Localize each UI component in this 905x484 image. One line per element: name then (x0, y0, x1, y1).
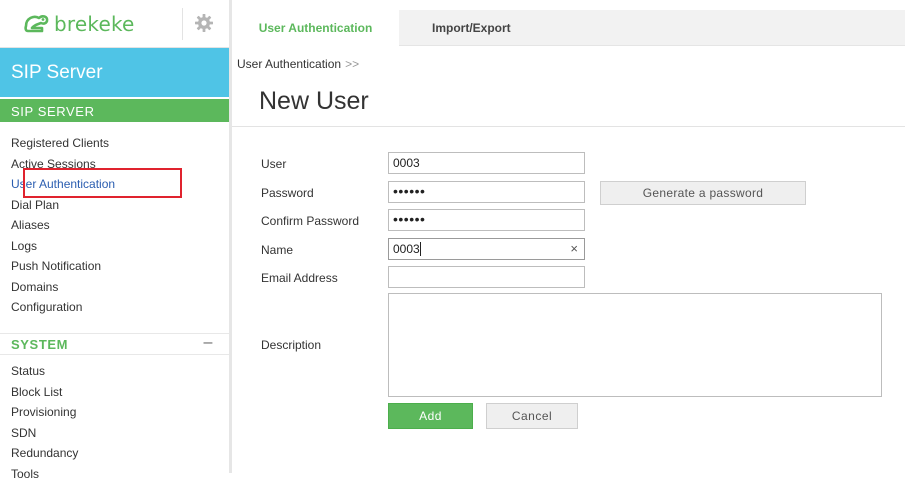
frog-logo-icon (22, 12, 50, 36)
logo-bar: brekeke (0, 0, 229, 48)
confirm-password-field[interactable]: •••••• (388, 209, 585, 231)
user-label: User (261, 157, 286, 171)
cancel-button[interactable]: Cancel (486, 403, 578, 429)
logo-text: brekeke (54, 12, 135, 36)
breadcrumb-user-authentication[interactable]: User Authentication (237, 57, 341, 71)
tab-user-authentication[interactable]: User Authentication (232, 10, 399, 46)
sidebar-item-status[interactable]: Status (11, 361, 78, 382)
confirm-password-label: Confirm Password (261, 214, 359, 228)
brekeke-logo[interactable]: brekeke (22, 7, 135, 41)
sidebar-item-push-notification[interactable]: Push Notification (11, 256, 115, 277)
breadcrumb: User Authentication >> (237, 57, 359, 71)
description-label: Description (261, 338, 321, 352)
product-title[interactable]: SIP Server (0, 48, 229, 97)
sidebar-item-sdn[interactable]: SDN (11, 423, 78, 444)
sidebar-item-redundancy[interactable]: Redundancy (11, 443, 78, 464)
highlight-box (23, 168, 182, 198)
system-nav-list: Status Block List Provisioning SDN Redun… (11, 361, 78, 484)
logo-separator (182, 8, 183, 40)
text-caret (420, 242, 421, 256)
add-button[interactable]: Add (388, 403, 473, 429)
sidebar-divider (229, 0, 232, 473)
breadcrumb-separator: >> (345, 57, 359, 71)
sidebar: brekeke SIP Server SIP SERVER Registered… (0, 0, 229, 473)
sidebar-item-logs[interactable]: Logs (11, 236, 115, 257)
name-field-value: 0003 (393, 242, 420, 256)
sidebar-item-aliases[interactable]: Aliases (11, 215, 115, 236)
title-divider (232, 126, 905, 127)
sidebar-item-block-list[interactable]: Block List (11, 382, 78, 403)
sidebar-item-provisioning[interactable]: Provisioning (11, 402, 78, 423)
user-field[interactable]: 0003 (388, 152, 585, 174)
sidebar-item-registered-clients[interactable]: Registered Clients (11, 133, 115, 154)
email-field[interactable] (388, 266, 585, 288)
password-field[interactable]: •••••• (388, 181, 585, 203)
page-title: New User (259, 87, 369, 116)
sidebar-item-tools[interactable]: Tools (11, 464, 78, 484)
section-system-label: SYSTEM (11, 337, 68, 352)
tab-bar: User Authentication Import/Export (232, 10, 905, 46)
tab-import-export[interactable]: Import/Export (432, 10, 511, 46)
name-label: Name (261, 243, 293, 257)
generate-password-button[interactable]: Generate a password (600, 181, 806, 205)
password-label: Password (261, 186, 314, 200)
section-sip-server[interactable]: SIP SERVER (0, 99, 229, 122)
sip-nav-list: Registered Clients Active Sessions User … (11, 133, 115, 318)
section-system[interactable]: SYSTEM – (0, 333, 229, 355)
clear-icon[interactable]: × (570, 241, 578, 256)
sidebar-item-domains[interactable]: Domains (11, 277, 115, 298)
description-textarea[interactable] (388, 293, 882, 397)
sidebar-item-configuration[interactable]: Configuration (11, 297, 115, 318)
email-label: Email Address (261, 271, 338, 285)
gear-icon[interactable] (194, 13, 214, 33)
collapse-toggle[interactable]: – (204, 334, 214, 352)
name-field[interactable]: 0003 × (388, 238, 585, 260)
